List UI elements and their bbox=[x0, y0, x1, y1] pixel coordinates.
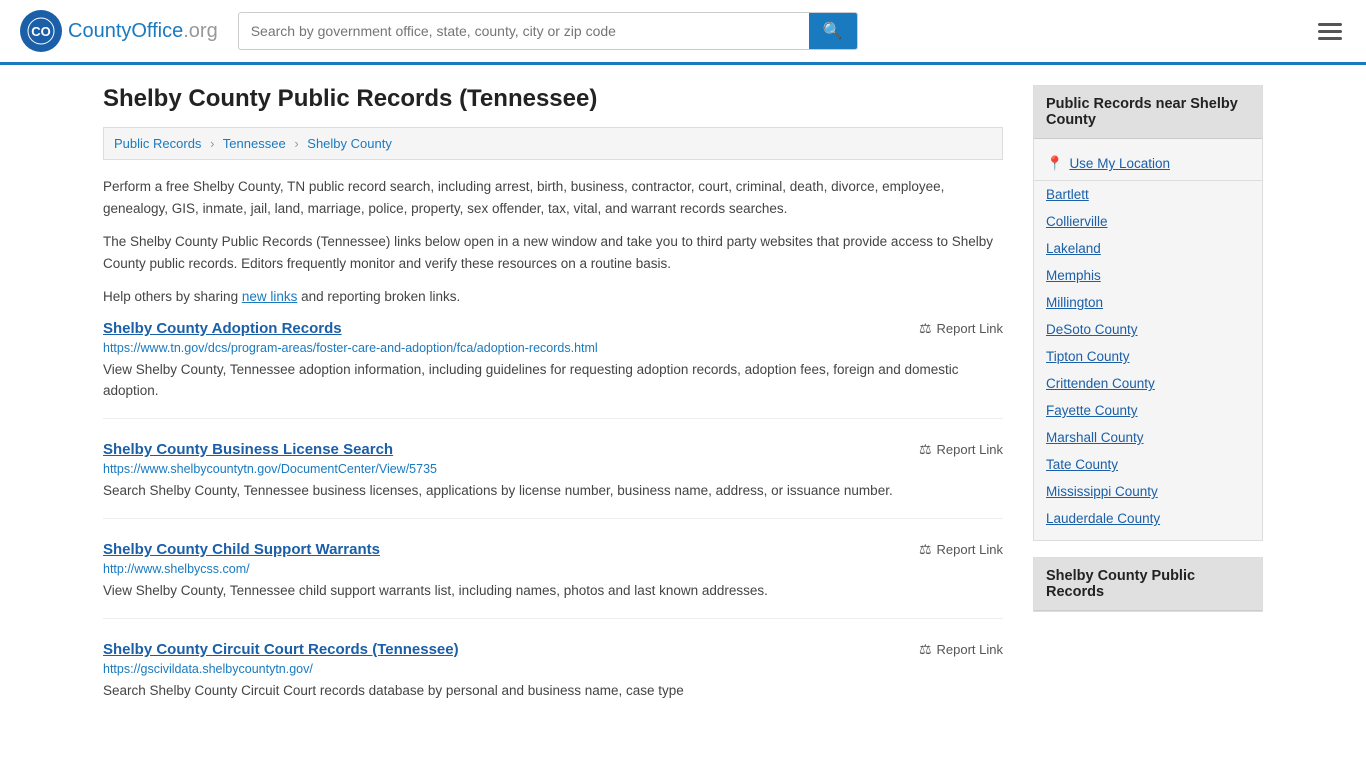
report-link-label: Report Link bbox=[937, 542, 1003, 557]
record-header: Shelby County Circuit Court Records (Ten… bbox=[103, 641, 1003, 658]
report-link-button[interactable]: ⚖ Report Link bbox=[919, 641, 1003, 658]
sidebar-nearby-item: Tipton County bbox=[1034, 343, 1262, 370]
report-link-button[interactable]: ⚖ Report Link bbox=[919, 320, 1003, 337]
use-location-link[interactable]: Use My Location bbox=[1069, 156, 1170, 171]
record-header: Shelby County Business License Search ⚖ … bbox=[103, 441, 1003, 458]
nearby-link[interactable]: Collierville bbox=[1046, 214, 1108, 229]
new-links-link[interactable]: new links bbox=[242, 289, 298, 304]
sidebar-nearby-item: Lauderdale County bbox=[1034, 505, 1262, 532]
logo[interactable]: CO CountyOffice.org bbox=[20, 10, 218, 52]
nearby-link[interactable]: Lauderdale County bbox=[1046, 511, 1160, 526]
description-2: The Shelby County Public Records (Tennes… bbox=[103, 231, 1003, 274]
sidebar-nearby-item: Tate County bbox=[1034, 451, 1262, 478]
record-description: View Shelby County, Tennessee child supp… bbox=[103, 581, 1003, 602]
sidebar-nearby-item: DeSoto County bbox=[1034, 316, 1262, 343]
sidebar-nearby-item: Millington bbox=[1034, 289, 1262, 316]
page-title: Shelby County Public Records (Tennessee) bbox=[103, 85, 1003, 113]
breadcrumb-separator: › bbox=[294, 136, 298, 151]
svg-text:CO: CO bbox=[31, 24, 51, 39]
menu-line bbox=[1318, 37, 1342, 40]
record-item: Shelby County Business License Search ⚖ … bbox=[103, 441, 1003, 519]
report-icon: ⚖ bbox=[919, 641, 932, 658]
logo-text: CountyOffice.org bbox=[68, 20, 218, 43]
report-link-label: Report Link bbox=[937, 321, 1003, 336]
search-bar: 🔍 bbox=[238, 12, 858, 50]
nearby-header: Public Records near Shelby County bbox=[1034, 86, 1262, 139]
logo-icon: CO bbox=[20, 10, 62, 52]
report-icon: ⚖ bbox=[919, 541, 932, 558]
breadcrumb-link-public-records[interactable]: Public Records bbox=[114, 136, 201, 151]
sidebar-nearby-item: Memphis bbox=[1034, 262, 1262, 289]
nearby-body: 📍 Use My Location Bartlett Collierville La… bbox=[1034, 139, 1262, 540]
sidebar-nearby-item: Marshall County bbox=[1034, 424, 1262, 451]
report-link-label: Report Link bbox=[937, 642, 1003, 657]
search-icon: 🔍 bbox=[823, 23, 843, 40]
record-item: Shelby County Circuit Court Records (Ten… bbox=[103, 641, 1003, 718]
breadcrumb-separator: › bbox=[210, 136, 214, 151]
menu-line bbox=[1318, 30, 1342, 33]
nearby-link[interactable]: Mississippi County bbox=[1046, 484, 1158, 499]
sidebar-nearby-item: Bartlett bbox=[1034, 181, 1262, 208]
nearby-link[interactable]: Marshall County bbox=[1046, 430, 1144, 445]
record-item: Shelby County Adoption Records ⚖ Report … bbox=[103, 320, 1003, 419]
menu-line bbox=[1318, 23, 1342, 26]
record-title-link[interactable]: Shelby County Circuit Court Records (Ten… bbox=[103, 641, 459, 658]
records-list: Shelby County Adoption Records ⚖ Report … bbox=[103, 320, 1003, 718]
nearby-link[interactable]: Memphis bbox=[1046, 268, 1101, 283]
nearby-link[interactable]: Millington bbox=[1046, 295, 1103, 310]
sidebar-nearby-item: Mississippi County bbox=[1034, 478, 1262, 505]
nearby-link[interactable]: Lakeland bbox=[1046, 241, 1101, 256]
record-url[interactable]: https://www.tn.gov/dcs/program-areas/fos… bbox=[103, 341, 1003, 355]
record-url[interactable]: https://gscivildata.shelbycountytn.gov/ bbox=[103, 662, 1003, 676]
nearby-links-list: Bartlett Collierville Lakeland Memphis Milli… bbox=[1034, 181, 1262, 532]
breadcrumb-link-shelby-county[interactable]: Shelby County bbox=[307, 136, 392, 151]
description-1: Perform a free Shelby County, TN public … bbox=[103, 176, 1003, 219]
breadcrumb-link-tennessee[interactable]: Tennessee bbox=[223, 136, 286, 151]
record-description: Search Shelby County, Tennessee business… bbox=[103, 481, 1003, 502]
record-title-link[interactable]: Shelby County Business License Search bbox=[103, 441, 393, 458]
record-item: Shelby County Child Support Warrants ⚖ R… bbox=[103, 541, 1003, 619]
sidebar: Public Records near Shelby County 📍 Use … bbox=[1033, 85, 1263, 740]
report-icon: ⚖ bbox=[919, 320, 932, 337]
site-header: CO CountyOffice.org 🔍 bbox=[0, 0, 1366, 65]
records-section-header: Shelby County Public Records bbox=[1034, 558, 1262, 611]
nearby-link[interactable]: Crittenden County bbox=[1046, 376, 1155, 391]
location-pin-icon: 📍 bbox=[1046, 155, 1063, 172]
description-3: Help others by sharing new links and rep… bbox=[103, 286, 1003, 308]
record-url[interactable]: http://www.shelbycss.com/ bbox=[103, 562, 1003, 576]
sidebar-nearby-item: Collierville bbox=[1034, 208, 1262, 235]
record-title-link[interactable]: Shelby County Child Support Warrants bbox=[103, 541, 380, 558]
record-header: Shelby County Child Support Warrants ⚖ R… bbox=[103, 541, 1003, 558]
use-location: 📍 Use My Location bbox=[1034, 147, 1262, 181]
record-url[interactable]: https://www.shelbycountytn.gov/DocumentC… bbox=[103, 462, 1003, 476]
sidebar-nearby-item: Crittenden County bbox=[1034, 370, 1262, 397]
sidebar-nearby-item: Fayette County bbox=[1034, 397, 1262, 424]
nearby-section: Public Records near Shelby County 📍 Use … bbox=[1033, 85, 1263, 541]
breadcrumb: Public Records › Tennessee › Shelby Coun… bbox=[103, 127, 1003, 160]
search-button[interactable]: 🔍 bbox=[809, 13, 857, 49]
main-container: Shelby County Public Records (Tennessee)… bbox=[83, 65, 1283, 760]
record-description: Search Shelby County Circuit Court recor… bbox=[103, 681, 1003, 702]
nearby-link[interactable]: Tate County bbox=[1046, 457, 1118, 472]
nearby-link[interactable]: Tipton County bbox=[1046, 349, 1130, 364]
nearby-link[interactable]: DeSoto County bbox=[1046, 322, 1138, 337]
record-header: Shelby County Adoption Records ⚖ Report … bbox=[103, 320, 1003, 337]
report-icon: ⚖ bbox=[919, 441, 932, 458]
search-input[interactable] bbox=[239, 15, 809, 47]
sidebar-nearby-item: Lakeland bbox=[1034, 235, 1262, 262]
record-title-link[interactable]: Shelby County Adoption Records bbox=[103, 320, 342, 337]
record-description: View Shelby County, Tennessee adoption i… bbox=[103, 360, 1003, 402]
hamburger-menu-button[interactable] bbox=[1314, 19, 1346, 44]
records-section: Shelby County Public Records bbox=[1033, 557, 1263, 612]
report-link-label: Report Link bbox=[937, 442, 1003, 457]
report-link-button[interactable]: ⚖ Report Link bbox=[919, 541, 1003, 558]
content-area: Shelby County Public Records (Tennessee)… bbox=[103, 85, 1003, 740]
report-link-button[interactable]: ⚖ Report Link bbox=[919, 441, 1003, 458]
nearby-link[interactable]: Fayette County bbox=[1046, 403, 1138, 418]
nearby-link[interactable]: Bartlett bbox=[1046, 187, 1089, 202]
